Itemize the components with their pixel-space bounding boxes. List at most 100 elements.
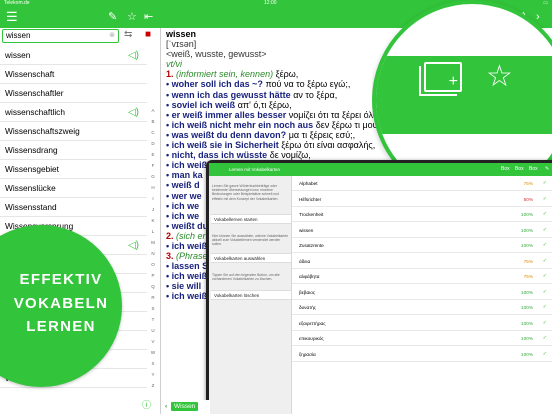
alphabet-letter[interactable]: Z [148, 383, 158, 394]
select-cards-button[interactable]: Vokabelkarten auswählen [211, 253, 291, 263]
alphabet-letter[interactable]: J [148, 207, 158, 218]
word-list-item[interactable]: Wissenslücke [0, 179, 147, 198]
card-set-name: αλφάβητα [299, 274, 320, 279]
handwriting-icon[interactable]: ✎ [108, 10, 117, 24]
alphabet-letter[interactable]: F [148, 163, 158, 174]
card-set-row[interactable]: εξαιρεττήρας 100% ✓ [292, 316, 552, 331]
card-set-row[interactable]: ξηρασία 100% ✓ [292, 347, 552, 362]
card-set-row[interactable]: Trockenheit 100% ✓ [292, 207, 552, 222]
checkmark-icon[interactable]: ✓ [543, 192, 547, 207]
alphabet-letter[interactable]: D [148, 141, 158, 152]
checkmark-icon[interactable]: ✓ [543, 269, 547, 284]
card-set-row[interactable]: Hilfsrichter 50% ✓ [292, 192, 552, 207]
ipad-edit-icon[interactable]: ✎ [545, 166, 549, 172]
word-list-item[interactable]: Wissensgebiet [0, 160, 147, 179]
audio-icon[interactable]: ◁) [128, 236, 139, 254]
panel-description: Tippen Sie auf den folgenden Button, um … [212, 273, 280, 282]
example-german: wenn ich das gewusst hätte [171, 89, 291, 100]
menu-icon[interactable]: ☰ [6, 10, 18, 24]
alphabet-letter[interactable]: O [148, 262, 158, 273]
promo-line: LERNEN [26, 318, 96, 335]
back-arrow-icon[interactable]: ⇤ [144, 10, 153, 24]
card-set-row[interactable]: επικουρικός 100% ✓ [292, 331, 552, 346]
alphabet-letter[interactable]: W [148, 350, 158, 361]
alphabet-letter[interactable]: X [148, 361, 158, 372]
card-set-progress: 100% [521, 243, 533, 248]
alphabet-letter[interactable]: G [148, 174, 158, 185]
word-list-item[interactable]: Wissenschaftszweig [0, 122, 147, 141]
checkmark-icon[interactable]: ✓ [543, 223, 547, 238]
sense-number: 3. [166, 251, 174, 262]
word-label: Wissenslücke [5, 183, 56, 193]
alphabet-letter[interactable]: Q [148, 284, 158, 295]
word-label: wissen [5, 50, 31, 60]
delete-cards-button[interactable]: Vokabelkarten löschen [211, 290, 291, 300]
word-label: Wissenschaft [5, 69, 55, 79]
example-german: weiß d [171, 180, 200, 191]
alphabet-letter[interactable]: U [148, 328, 158, 339]
start-learning-button[interactable]: Vokabellernen starten [211, 214, 291, 224]
card-set-row[interactable]: αλφάβητα 75% ✓ [292, 269, 552, 284]
example-german: ich weiß [171, 271, 208, 282]
word-list-item[interactable]: Wissenschaftler [0, 84, 147, 103]
checkmark-icon[interactable]: ✓ [543, 238, 547, 253]
checkmark-icon[interactable]: ✓ [543, 176, 547, 191]
alphabet-letter[interactable]: N [148, 251, 158, 262]
info-icon[interactable]: ⓘ [142, 398, 151, 411]
checkmark-icon[interactable]: ✓ [543, 316, 547, 331]
alphabet-letter[interactable]: H [148, 185, 158, 196]
audio-icon[interactable]: ◁) [128, 103, 139, 121]
word-list-item[interactable]: Wissensstand [0, 198, 147, 217]
word-list-item[interactable]: wissen ◁) [0, 46, 147, 65]
alphabet-letter[interactable]: S [148, 306, 158, 317]
card-set-name: εξαιρεττήρας [299, 320, 326, 326]
alphabet-letter[interactable]: B [148, 119, 158, 130]
word-list-item[interactable]: Wissenschaft [0, 65, 147, 84]
checkmark-icon[interactable]: ✓ [543, 300, 547, 315]
flag-icon[interactable]: ■ [145, 29, 151, 40]
word-list-item[interactable]: wissenschaftlich ◁) [0, 103, 147, 122]
card-set-row[interactable]: Zusatzrente 100% ✓ [292, 238, 552, 253]
card-set-row[interactable]: δυνατής 100% ✓ [292, 300, 552, 315]
alphabet-letter[interactable]: V [148, 339, 158, 350]
checkmark-icon[interactable]: ✓ [543, 331, 547, 346]
alphabet-letter[interactable]: R [148, 295, 158, 306]
checkmark-icon[interactable]: ✓ [543, 207, 547, 222]
bottom-breadcrumb[interactable]: ‹ Wissen [162, 400, 210, 414]
audio-icon[interactable]: ◁) [128, 46, 139, 64]
sense-note: (Phrase [176, 251, 208, 262]
alphabet-letter[interactable]: C [148, 130, 158, 141]
alphabet-letter[interactable]: P [148, 273, 158, 284]
word-list-item[interactable]: Wissensdrang [0, 141, 147, 160]
checkmark-icon[interactable]: ✓ [543, 347, 547, 362]
card-set-row[interactable]: wissen 100% ✓ [292, 223, 552, 238]
alphabet-letter[interactable]: M [148, 240, 158, 251]
card-set-row[interactable]: βεβαιος 100% ✓ [292, 285, 552, 300]
checkmark-icon[interactable]: ✓ [543, 254, 547, 269]
ipad-box-badge: Box [515, 166, 524, 172]
ipad-box-badge: Box [529, 166, 538, 172]
back-chevron-icon[interactable]: ‹ [165, 403, 167, 410]
example-german: ich weiß sie in Sicherheit [171, 140, 279, 151]
checkmark-icon[interactable]: ✓ [543, 285, 547, 300]
search-input[interactable]: wissen ⊗ [2, 29, 119, 43]
direction-icon[interactable]: ⇆ [124, 29, 132, 40]
star-icon-large: ☆ [486, 60, 513, 93]
card-set-progress: 75% [523, 181, 533, 186]
clear-search-icon[interactable]: ⊗ [109, 30, 115, 41]
alphabet-letter[interactable]: I [148, 196, 158, 207]
zoom-magnifier: + ☆ [372, 0, 552, 160]
alphabet-letter[interactable]: Y [148, 372, 158, 383]
alphabet-index[interactable]: ABCDEFGHIJKLMNOPQRSTUVWXYZ [148, 108, 158, 394]
alphabet-letter[interactable]: T [148, 317, 158, 328]
example-german: ich we [171, 210, 200, 221]
alphabet-letter[interactable]: L [148, 229, 158, 240]
card-set-row[interactable]: Alphabet 75% ✓ [292, 176, 552, 191]
example-german: sie will [171, 281, 202, 292]
alphabet-letter[interactable]: E [148, 152, 158, 163]
ipad-flashcard-preview: Lernen mit Vokabelkarten Box Box Box ✎ L… [206, 160, 552, 414]
favorites-star-icon[interactable]: ☆ [127, 10, 137, 24]
alphabet-letter[interactable]: K [148, 218, 158, 229]
card-set-row[interactable]: άδεια 75% ✓ [292, 254, 552, 269]
alphabet-letter[interactable]: A [148, 108, 158, 119]
